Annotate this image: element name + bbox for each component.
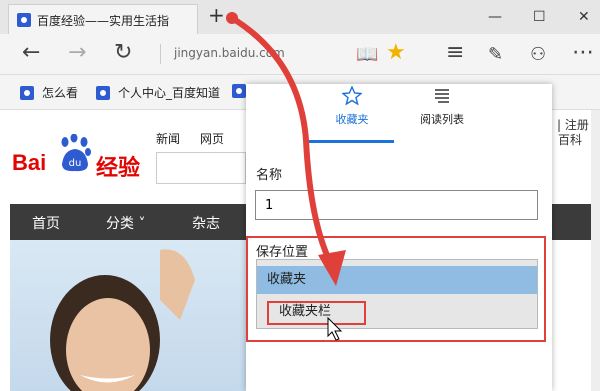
share-icon[interactable]: ⚇ — [530, 44, 546, 66]
favorites-bar-item[interactable]: 怎么看 — [20, 84, 78, 101]
more-icon[interactable]: ⋯ — [572, 42, 594, 64]
tab-reading-list-label: 阅读列表 — [420, 113, 464, 126]
active-tab-indicator — [308, 140, 394, 143]
logo-bai: Bai — [12, 150, 47, 175]
top-link-web[interactable]: 网页 — [200, 130, 224, 147]
hero-photo — [10, 240, 255, 391]
menu-item-category[interactable]: 分类 ˅ — [106, 213, 145, 233]
baike-link[interactable]: 百科 — [558, 131, 582, 148]
menu-item-magazine[interactable]: 杂志 — [192, 213, 220, 233]
address-bar[interactable]: jingyan.baidu.com — [174, 46, 285, 60]
baidu-paw-icon — [232, 84, 246, 98]
logo-du-text: du — [69, 158, 82, 169]
baidu-paw-icon — [17, 13, 31, 27]
browser-tab[interactable]: 百度经验——实用生活指 — [8, 4, 198, 34]
tab-reading-list[interactable]: 阅读列表 — [410, 86, 474, 127]
new-tab-button[interactable]: + — [208, 5, 225, 25]
menu-item-home[interactable]: 首页 — [32, 213, 60, 233]
top-link-news[interactable]: 新闻 — [156, 130, 180, 147]
baidu-paw-icon — [96, 85, 110, 100]
maximize-button[interactable]: ☐ — [533, 9, 546, 25]
reading-view-icon[interactable]: 📖 — [356, 44, 378, 66]
highlight-favorites-bar-option — [267, 301, 366, 325]
refresh-icon[interactable]: ↻ — [114, 42, 132, 64]
tab-favorites-label: 收藏夹 — [335, 113, 369, 126]
name-label: 名称 — [256, 168, 283, 183]
hub-icon[interactable]: ≡ — [446, 42, 464, 64]
close-button[interactable]: ✕ — [578, 9, 590, 25]
forward-icon[interactable]: → — [68, 42, 86, 64]
favorites-bar-item[interactable]: 个人中心_百度知道 — [96, 84, 220, 101]
baidu-paw-logo-icon: du — [61, 134, 91, 172]
baidu-paw-icon — [20, 85, 34, 100]
tab-favorites[interactable]: 收藏夹 — [322, 85, 382, 127]
favorite-star-icon[interactable]: ★ — [386, 42, 406, 64]
navigation-bar — [0, 34, 600, 75]
tab-title: 百度经验——实用生活指 — [37, 14, 170, 28]
star-outline-icon — [341, 85, 363, 106]
url-separator — [160, 44, 161, 64]
back-icon[interactable]: ← — [22, 42, 40, 64]
search-input[interactable] — [156, 152, 246, 184]
minimize-button[interactable]: — — [488, 9, 502, 25]
logo-jingyan: 经验 — [96, 156, 141, 181]
reading-list-icon — [435, 89, 449, 103]
page-scrollbar[interactable] — [591, 110, 600, 391]
web-note-icon[interactable]: ✎ — [488, 44, 503, 66]
highlight-save-location — [246, 236, 546, 342]
name-field[interactable] — [255, 190, 538, 220]
